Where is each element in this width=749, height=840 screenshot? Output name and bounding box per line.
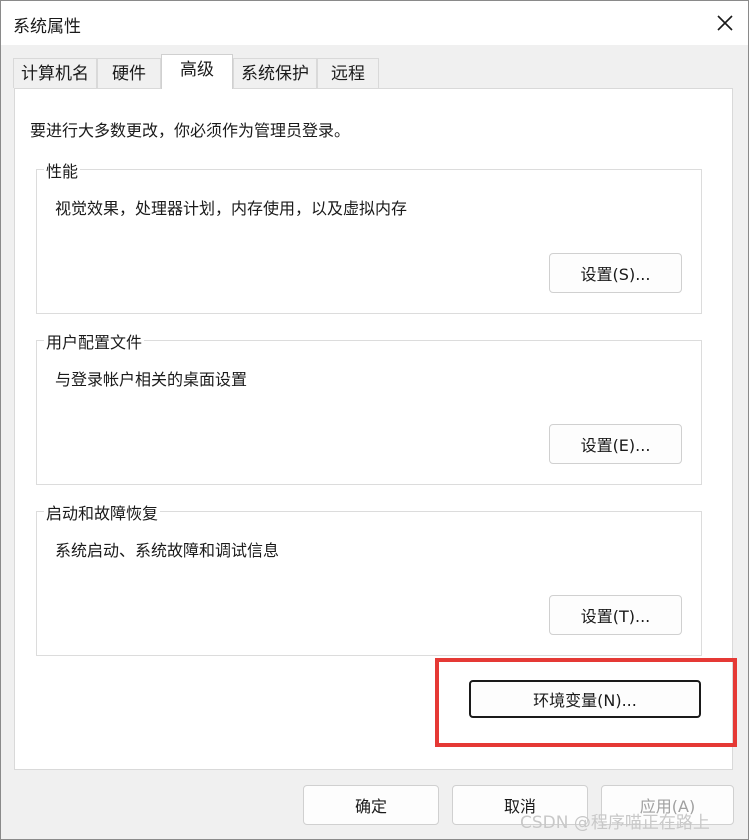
startup-recovery-settings-button[interactable]: 设置(T)... [549,595,682,635]
startup-recovery-group: 启动和故障恢复 系统启动、系统故障和调试信息 设置(T)... [36,500,702,656]
tab-computer-name[interactable]: 计算机名 [13,58,97,88]
close-icon [717,15,733,31]
highlight-box [435,658,737,747]
user-profiles-group: 用户配置文件 与登录帐户相关的桌面设置 设置(E)... [36,329,702,485]
admin-notice: 要进行大多数更改，你必须作为管理员登录。 [30,121,351,140]
window-title: 系统属性 [13,17,81,37]
tab-remote[interactable]: 远程 [317,58,379,88]
close-button[interactable] [702,1,748,45]
performance-group: 性能 视觉效果，处理器计划，内存使用，以及虚拟内存 设置(S)... [36,158,702,314]
startup-recovery-description: 系统启动、系统故障和调试信息 [55,541,280,560]
watermark: CSDN @程序喵正在路上 [520,813,710,833]
title-bar[interactable]: 系统属性 [1,1,748,45]
user-profiles-description: 与登录帐户相关的桌面设置 [55,370,248,389]
startup-recovery-group-title: 启动和故障恢复 [44,500,161,524]
performance-description: 视觉效果，处理器计划，内存使用，以及虚拟内存 [55,199,408,218]
ok-button[interactable]: 确定 [303,785,439,825]
user-profiles-settings-button[interactable]: 设置(E)... [549,424,682,464]
user-profiles-group-title: 用户配置文件 [44,329,145,353]
tab-advanced[interactable]: 高级 [161,54,233,89]
performance-group-title: 性能 [44,158,81,182]
performance-settings-button[interactable]: 设置(S)... [549,253,682,293]
tab-hardware[interactable]: 硬件 [97,58,161,88]
tab-system-protection[interactable]: 系统保护 [233,58,317,88]
